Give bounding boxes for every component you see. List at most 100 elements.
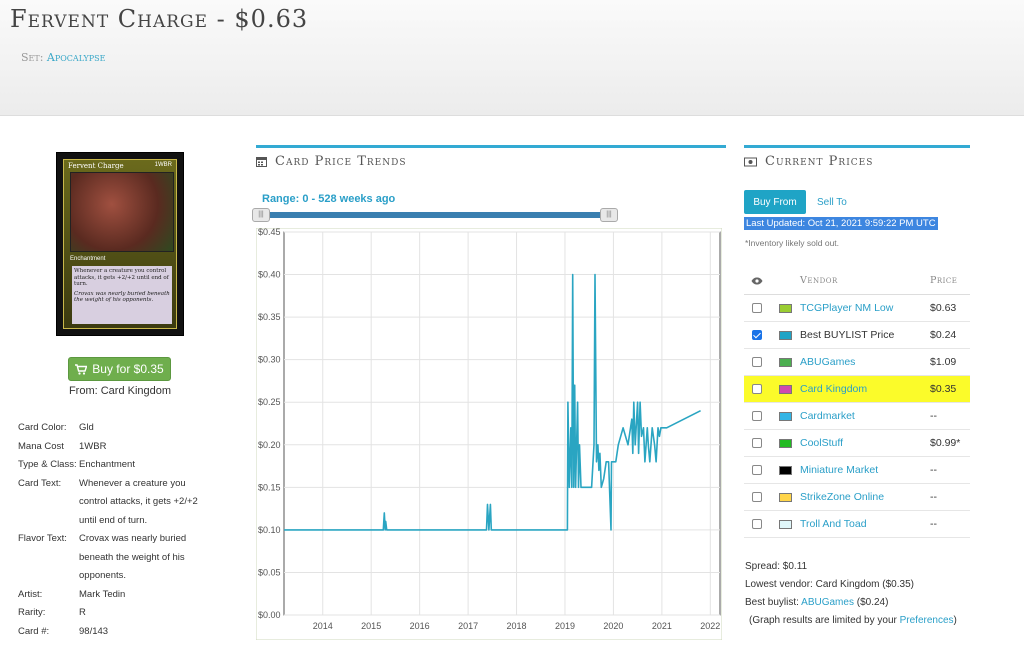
col-price: Price bbox=[930, 275, 958, 286]
best-buylist-vendor-link[interactable]: ABUGames bbox=[801, 597, 854, 608]
vendor-row: Best BUYLIST Price $0.24 bbox=[744, 322, 970, 349]
range-label: Range: 0 - 528 weeks ago bbox=[262, 193, 396, 205]
vendor-checkbox[interactable] bbox=[752, 411, 762, 421]
y-tick-label: $0.30 bbox=[258, 355, 281, 365]
set-line: Set: Apocalypse bbox=[21, 51, 106, 64]
trends-rule bbox=[256, 145, 726, 148]
y-tick-label: $0.20 bbox=[258, 440, 281, 450]
range-slider-track[interactable] bbox=[258, 212, 612, 218]
card-image-flavor: Crovax was nearly buried beneath the wei… bbox=[74, 290, 170, 304]
detail-row-flavor-text: Flavor Text: Crovax was nearly buried be… bbox=[18, 533, 187, 581]
vendor-name[interactable]: Cardmarket bbox=[800, 410, 855, 422]
buy-button-label: Buy for $0.35 bbox=[92, 362, 164, 376]
x-tick-label: 2017 bbox=[458, 621, 478, 631]
range-slider-handle-start[interactable]: ||| bbox=[252, 208, 270, 222]
vendor-color-swatch bbox=[778, 411, 792, 421]
card-art bbox=[70, 172, 174, 252]
lowest-vendor: Lowest vendor: Card Kingdom ($0.35) bbox=[745, 579, 914, 590]
vendor-price: $0.99* bbox=[930, 437, 961, 449]
detail-row-rarity: Rarity: R bbox=[18, 607, 86, 618]
price-summary: Spread: $0.11 Lowest vendor: Card Kingdo… bbox=[745, 558, 957, 630]
vendor-checkbox[interactable] bbox=[752, 465, 762, 475]
detail-row-card-text: Card Text: Whenever a creature you contr… bbox=[18, 477, 198, 526]
vendor-checkbox[interactable] bbox=[752, 330, 762, 340]
detail-row-card-number: Card #: 98/143 bbox=[18, 625, 109, 637]
vendor-row: Cardmarket -- bbox=[744, 403, 970, 430]
graph-note: (Graph results are limited by your Prefe… bbox=[749, 615, 957, 626]
vendor-checkbox[interactable] bbox=[752, 492, 762, 502]
set-label: Set: bbox=[21, 51, 44, 64]
vendor-row: Miniature Market -- bbox=[744, 457, 970, 484]
vendor-color-swatch bbox=[778, 384, 792, 394]
vendor-color-swatch bbox=[778, 465, 792, 475]
x-tick-label: 2020 bbox=[603, 621, 623, 631]
range-slider-handle-end[interactable]: ||| bbox=[600, 208, 618, 222]
vendor-color-swatch bbox=[778, 438, 792, 448]
vendor-row: ABUGames $1.09 bbox=[744, 349, 970, 376]
vendor-row: TCGPlayer NM Low $0.63 bbox=[744, 295, 970, 322]
y-tick-label: $0.10 bbox=[258, 525, 281, 535]
detail-row-color: Card Color: Gld bbox=[18, 422, 94, 433]
vendor-price: $0.24 bbox=[930, 329, 957, 341]
set-link[interactable]: Apocalypse bbox=[47, 51, 106, 64]
vendor-name: Best BUYLIST Price bbox=[800, 329, 895, 341]
cart-icon bbox=[75, 363, 88, 375]
range-slider[interactable]: ||| ||| bbox=[252, 208, 618, 222]
tab-buy-from[interactable]: Buy From bbox=[744, 190, 806, 214]
card-image-rules: Whenever a creature you control attacks,… bbox=[74, 268, 169, 288]
detail-row-mana-cost: Mana Cost 1WBR bbox=[18, 440, 107, 452]
vendor-table-header: Vendor Price bbox=[744, 267, 970, 295]
trends-title: Card Price Trends bbox=[256, 154, 407, 169]
trends-title-text: Card Price Trends bbox=[275, 154, 407, 169]
vendor-checkbox[interactable] bbox=[752, 384, 762, 394]
vendor-name[interactable]: CoolStuff bbox=[800, 437, 843, 449]
vendor-name[interactable]: Card Kingdom bbox=[800, 383, 867, 395]
vendor-name[interactable]: Miniature Market bbox=[800, 464, 878, 476]
card-image: Fervent Charge 1WBR Enchantment Whenever… bbox=[56, 152, 184, 336]
vendor-checkbox[interactable] bbox=[752, 357, 762, 367]
vendor-name[interactable]: TCGPlayer NM Low bbox=[800, 302, 893, 314]
vendor-checkbox[interactable] bbox=[752, 303, 762, 313]
vendor-row: CoolStuff $0.99* bbox=[744, 430, 970, 457]
vendor-color-swatch bbox=[778, 303, 792, 313]
price-chart-svg: $0.00 $0.05 $0.10 $0.15 $0.20 $0.25 $0.30 $0.35… bbox=[255, 227, 723, 641]
vendor-table: Vendor Price TCGPlayer NM Low $0.63 Best B… bbox=[744, 267, 970, 538]
inventory-note: *Inventory likely sold out. bbox=[745, 238, 840, 248]
vendor-name[interactable]: ABUGames bbox=[800, 356, 855, 368]
page-header: Fervent Charge - $0.63 Set: Apocalypse bbox=[0, 0, 1024, 116]
card-details: Card Color: Gld Mana Cost 1WBR Type & Cl… bbox=[18, 419, 218, 641]
x-tick-label: 2022 bbox=[700, 621, 720, 631]
y-tick-label: $0.00 bbox=[258, 610, 281, 620]
eye-icon[interactable] bbox=[751, 277, 763, 285]
x-tick-label: 2021 bbox=[652, 621, 672, 631]
vendor-color-swatch bbox=[778, 492, 792, 502]
vendor-checkbox[interactable] bbox=[752, 438, 762, 448]
card-image-name: Fervent Charge bbox=[68, 162, 124, 170]
vendor-row: Card Kingdom $0.35 bbox=[744, 376, 970, 403]
y-tick-label: $0.40 bbox=[258, 270, 281, 280]
vendor-name[interactable]: StrikeZone Online bbox=[800, 491, 884, 503]
x-tick-label: 2015 bbox=[361, 621, 381, 631]
spread: Spread: $0.11 bbox=[745, 561, 808, 572]
detail-row-type: Type & Class: Enchantment bbox=[18, 459, 135, 470]
y-tick-label: $0.25 bbox=[258, 397, 281, 407]
x-tick-label: 2014 bbox=[313, 621, 333, 631]
buy-from-vendor: From: Card Kingdom bbox=[68, 385, 172, 397]
vendor-color-swatch bbox=[778, 330, 792, 340]
vendor-price: $0.63 bbox=[930, 302, 957, 314]
prices-rule bbox=[744, 145, 970, 148]
y-tick-label: $0.45 bbox=[258, 228, 281, 237]
prices-title: Current Prices bbox=[744, 154, 873, 169]
vendor-name[interactable]: Troll And Toad bbox=[800, 518, 867, 530]
preferences-link[interactable]: Preferences bbox=[900, 615, 954, 626]
y-tick-label: $0.05 bbox=[258, 567, 281, 577]
vendor-checkbox[interactable] bbox=[752, 519, 762, 529]
col-vendor: Vendor bbox=[800, 275, 838, 286]
price-chart: $0.00 $0.05 $0.10 $0.15 $0.20 $0.25 $0.30 $0.35… bbox=[255, 227, 723, 641]
tab-sell-to[interactable]: Sell To bbox=[817, 197, 847, 208]
buy-button[interactable]: Buy for $0.35 bbox=[68, 357, 171, 381]
money-icon bbox=[744, 157, 757, 166]
detail-row-artist: Artist: Mark Tedin bbox=[18, 588, 126, 600]
best-buylist: Best buylist: ABUGames ($0.24) bbox=[745, 597, 889, 608]
last-updated: Last Updated: Oct 21, 2021 9:59:22 PM UT… bbox=[744, 217, 938, 230]
